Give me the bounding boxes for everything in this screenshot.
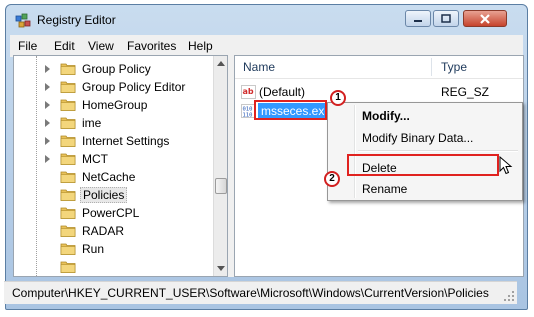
tree-item-label: HomeGroup — [82, 98, 148, 112]
highlight-box-value — [254, 100, 327, 120]
tree-item-label: ime — [82, 116, 102, 130]
menu-edit[interactable]: Edit — [54, 39, 75, 53]
tree-item-netcache[interactable]: NetCache — [14, 168, 212, 186]
folder-icon — [60, 135, 76, 147]
title-bar[interactable]: Registry Editor — [6, 5, 527, 35]
tree-item-homegroup[interactable]: HomeGroup — [14, 96, 212, 114]
menu-gutter — [354, 105, 356, 198]
menu-item-modify[interactable]: Modify... — [362, 109, 410, 123]
highlight-box-delete — [347, 154, 499, 176]
menu-help[interactable]: Help — [188, 39, 213, 53]
expand-arrow-icon[interactable] — [45, 137, 50, 145]
mouse-cursor-icon — [499, 156, 513, 175]
tree-item-label: Policies — [80, 187, 128, 203]
string-value-icon: ab — [241, 85, 256, 99]
expand-arrow-icon[interactable] — [45, 65, 50, 73]
close-button[interactable] — [463, 10, 507, 27]
menu-bar: File Edit View Favorites Help — [10, 35, 523, 57]
svg-text:110: 110 — [243, 113, 253, 119]
column-separator[interactable] — [431, 58, 432, 76]
menu-view[interactable]: View — [88, 39, 114, 53]
context-menu: Modify... Modify Binary Data... Delete R… — [327, 102, 523, 201]
tree-item-label: NetCache — [82, 170, 136, 184]
menu-item-modify-binary[interactable]: Modify Binary Data... — [362, 131, 473, 145]
tree-item-mct[interactable]: MCT — [14, 150, 212, 168]
tree-item-run[interactable]: Run — [14, 240, 212, 258]
resize-grip-icon[interactable] — [503, 290, 515, 302]
value-name: (Default) — [259, 85, 306, 99]
value-row-default[interactable]: ab (Default) REG_SZ — [235, 83, 523, 101]
folder-icon — [60, 261, 76, 273]
expand-arrow-icon[interactable] — [45, 101, 50, 109]
folder-icon — [60, 243, 76, 255]
tree-item-powercpl[interactable]: PowerCPL — [14, 204, 212, 222]
maximize-button[interactable] — [433, 10, 459, 27]
tree-item-partial[interactable] — [14, 258, 212, 276]
window-title: Registry Editor — [37, 13, 116, 27]
key-tree-pane[interactable]: Group Policy Group Policy Editor HomeGro… — [13, 55, 228, 277]
tree-item-label: Group Policy Editor — [82, 80, 186, 94]
menu-item-rename[interactable]: Rename — [362, 182, 407, 196]
folder-icon — [60, 171, 76, 183]
minimize-button[interactable] — [405, 10, 431, 27]
folder-icon — [60, 225, 76, 237]
svg-text:ab: ab — [243, 87, 254, 96]
column-header-name[interactable]: Name — [243, 56, 275, 78]
folder-icon — [60, 117, 76, 129]
tree-item-label: Group Policy — [82, 62, 151, 76]
minimize-icon — [414, 19, 422, 22]
tree-item-group-policy[interactable]: Group Policy — [14, 60, 212, 78]
value-type: REG_SZ — [441, 85, 490, 99]
menu-favorites[interactable]: Favorites — [127, 39, 176, 53]
close-icon — [480, 13, 490, 24]
step-badge-2: 2 — [324, 171, 340, 187]
tree-item-label: RADAR — [82, 224, 125, 238]
folder-icon — [60, 207, 76, 219]
tree-item-internet-settings[interactable]: Internet Settings — [14, 132, 212, 150]
maximize-icon — [441, 14, 451, 23]
tree-item-group-policy-editor[interactable]: Group Policy Editor — [14, 78, 212, 96]
folder-icon — [60, 189, 76, 201]
tree-item-label: Run — [82, 242, 105, 256]
header-divider — [235, 78, 523, 79]
status-bar: Computer\HKEY_CURRENT_USER\Software\Micr… — [4, 281, 517, 304]
expand-arrow-icon[interactable] — [45, 119, 50, 127]
folder-icon — [60, 63, 76, 75]
folder-icon — [60, 99, 76, 111]
scroll-down-icon[interactable] — [217, 266, 225, 271]
column-header-type[interactable]: Type — [441, 56, 467, 78]
folder-icon — [60, 153, 76, 165]
status-path: Computer\HKEY_CURRENT_USER\Software\Micr… — [12, 286, 489, 300]
tree-item-label: PowerCPL — [82, 206, 140, 220]
scroll-thumb[interactable] — [215, 178, 227, 194]
expand-arrow-icon[interactable] — [45, 83, 50, 91]
tree-item-ime[interactable]: ime — [14, 114, 212, 132]
tree-item-label: Internet Settings — [82, 134, 170, 148]
tree-vertical-scrollbar[interactable] — [213, 56, 227, 276]
menu-file[interactable]: File — [18, 39, 37, 53]
registry-editor-icon — [15, 13, 31, 28]
tree-item-policies[interactable]: Policies — [14, 186, 212, 204]
folder-icon — [60, 81, 76, 93]
expand-arrow-icon[interactable] — [45, 155, 50, 163]
tree-item-label: MCT — [82, 152, 108, 166]
menu-separator — [358, 150, 518, 152]
scroll-up-icon[interactable] — [217, 61, 225, 66]
step-badge-1: 1 — [330, 90, 346, 106]
tree-item-radar[interactable]: RADAR — [14, 222, 212, 240]
